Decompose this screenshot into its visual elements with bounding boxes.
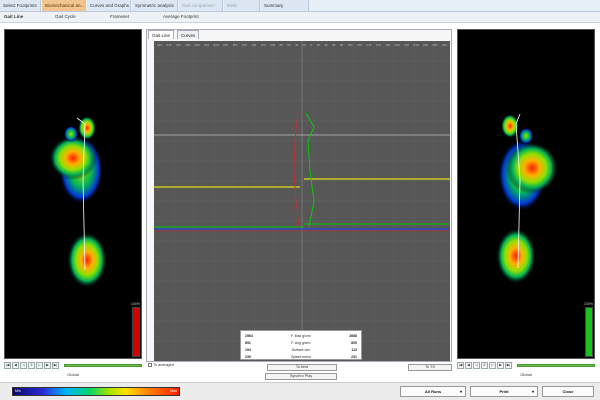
first-frame-button[interactable]: |◀: [457, 362, 464, 369]
green-gait-curve: [305, 112, 315, 228]
tab-gait-comparison[interactable]: Gait comparison: [179, 0, 223, 11]
play-reverse-button[interactable]: ◁: [473, 362, 480, 369]
gradient-max-label: Max: [170, 389, 177, 393]
stat-row-max-pressure: 2564 F. Max g/cm² 2668: [245, 334, 357, 338]
last-frame-button[interactable]: ▶|: [505, 362, 512, 369]
play-button[interactable]: ▷: [489, 362, 496, 369]
to-best-button[interactable]: To best: [267, 364, 337, 371]
subtab-gait-cycle[interactable]: Gait Cycle: [55, 12, 76, 22]
last-frame-button[interactable]: ▶|: [52, 362, 59, 369]
subtab-average-footprint[interactable]: Average Footprint: [163, 12, 199, 22]
print-button[interactable]: Print ▾: [470, 386, 538, 397]
subtab-gait-line[interactable]: Gait Line: [4, 12, 23, 22]
bottom-toolbar: Min Max All Runs ▾ Print ▾ Close: [0, 382, 600, 400]
left-panel-caption: Global: [67, 372, 79, 377]
right-scale-max-label: 100%: [584, 302, 593, 306]
left-pressure-scale: [132, 307, 140, 357]
to-averaged-checkbox[interactable]: To averaged: [148, 363, 180, 370]
gradient-min-label: Min: [15, 389, 21, 393]
right-pressure-scale: [585, 307, 593, 357]
gait-line-plot: 340 320 300 280 260 240 220 200 180 160 140 120 100 8…: [154, 41, 450, 361]
red-gait-curve: [293, 110, 300, 228]
stat-row-surface: 194 Surface cm² 112: [245, 348, 357, 352]
tab-curves-and-graphs[interactable]: Curves and Graphs: [87, 0, 131, 11]
left-frame-slider[interactable]: [64, 364, 142, 367]
center-tab-gait-line[interactable]: Gait Line: [148, 30, 175, 39]
next-frame-button[interactable]: ▶: [44, 362, 51, 369]
stat-row-avg-pressure: 891 F. Avg g/cm² 809: [245, 341, 357, 345]
left-scale-fill: [133, 308, 139, 356]
subtab-frameset[interactable]: Frameset: [110, 12, 129, 22]
sub-tab-bar: Gait Line Gait Cycle Frameset Average Fo…: [0, 12, 600, 23]
right-footprint-panel: 100%: [457, 29, 595, 359]
left-scale-max-label: 100%: [131, 302, 140, 306]
tab-emg[interactable]: EMG: [224, 0, 260, 11]
to-ts-button[interactable]: To TS: [408, 364, 452, 371]
gait-line-chart-area: Gait Line Curves 340 320 300 280 260 240…: [146, 29, 452, 362]
right-scale-fill: [586, 308, 592, 356]
pressure-color-gradient: Min Max: [12, 387, 180, 396]
right-footprint-heatmap: [496, 113, 558, 284]
tab-summary[interactable]: Summary: [261, 0, 309, 11]
play-reverse-button[interactable]: ◁: [20, 362, 27, 369]
gait-statistics-box: 2564 F. Max g/cm² 2668 891 F. Avg g/cm² 809 …: [240, 330, 362, 360]
tab-biomechanical-analysis[interactable]: Biomechanical an...: [42, 0, 86, 11]
all-runs-label: All Runs: [424, 389, 442, 394]
to-averaged-label: To averaged: [153, 363, 174, 367]
top-tab-strip: Select Footprints Biomechanical an... Cu…: [0, 0, 600, 12]
right-frame-slider[interactable]: [517, 364, 595, 367]
pause-button[interactable]: II: [481, 362, 488, 369]
chevron-down-icon: ▾: [531, 389, 534, 394]
chevron-down-icon: ▾: [459, 389, 462, 394]
plot-header-ruler: 340 320 300 280 260 240 220 200 180 160 140 120 100 8…: [157, 43, 447, 47]
gait-line-plot-svg: [154, 41, 450, 361]
prev-frame-button[interactable]: ◀: [12, 362, 19, 369]
next-frame-button[interactable]: ▶: [497, 362, 504, 369]
play-button[interactable]: ▷: [36, 362, 43, 369]
tab-select-footprints[interactable]: Select Footprints: [0, 0, 41, 11]
right-panel-caption: Global: [520, 372, 532, 377]
close-button[interactable]: Close: [542, 386, 594, 397]
synchro-play-button[interactable]: Synchro Play: [265, 373, 337, 380]
checkbox-box[interactable]: [148, 363, 152, 367]
prev-frame-button[interactable]: ◀: [465, 362, 472, 369]
left-playback-controls: |◀ ◀ ◁ II ▷ ▶ ▶|: [4, 362, 59, 371]
first-frame-button[interactable]: |◀: [4, 362, 11, 369]
left-footprint-panel: 100%: [4, 29, 142, 359]
tab-symmetric-analysis[interactable]: Symmetric analysis: [132, 0, 178, 11]
center-tab-curves[interactable]: Curves: [177, 30, 200, 39]
right-playback-controls: |◀ ◀ ◁ II ▷ ▶ ▶|: [457, 362, 512, 371]
stat-row-speed: 239 Speed mm/s 231: [245, 355, 357, 359]
print-label: Print: [499, 389, 509, 394]
pause-button[interactable]: II: [28, 362, 35, 369]
left-footprint-heatmap: [49, 116, 107, 288]
all-runs-button[interactable]: All Runs ▾: [400, 386, 466, 397]
